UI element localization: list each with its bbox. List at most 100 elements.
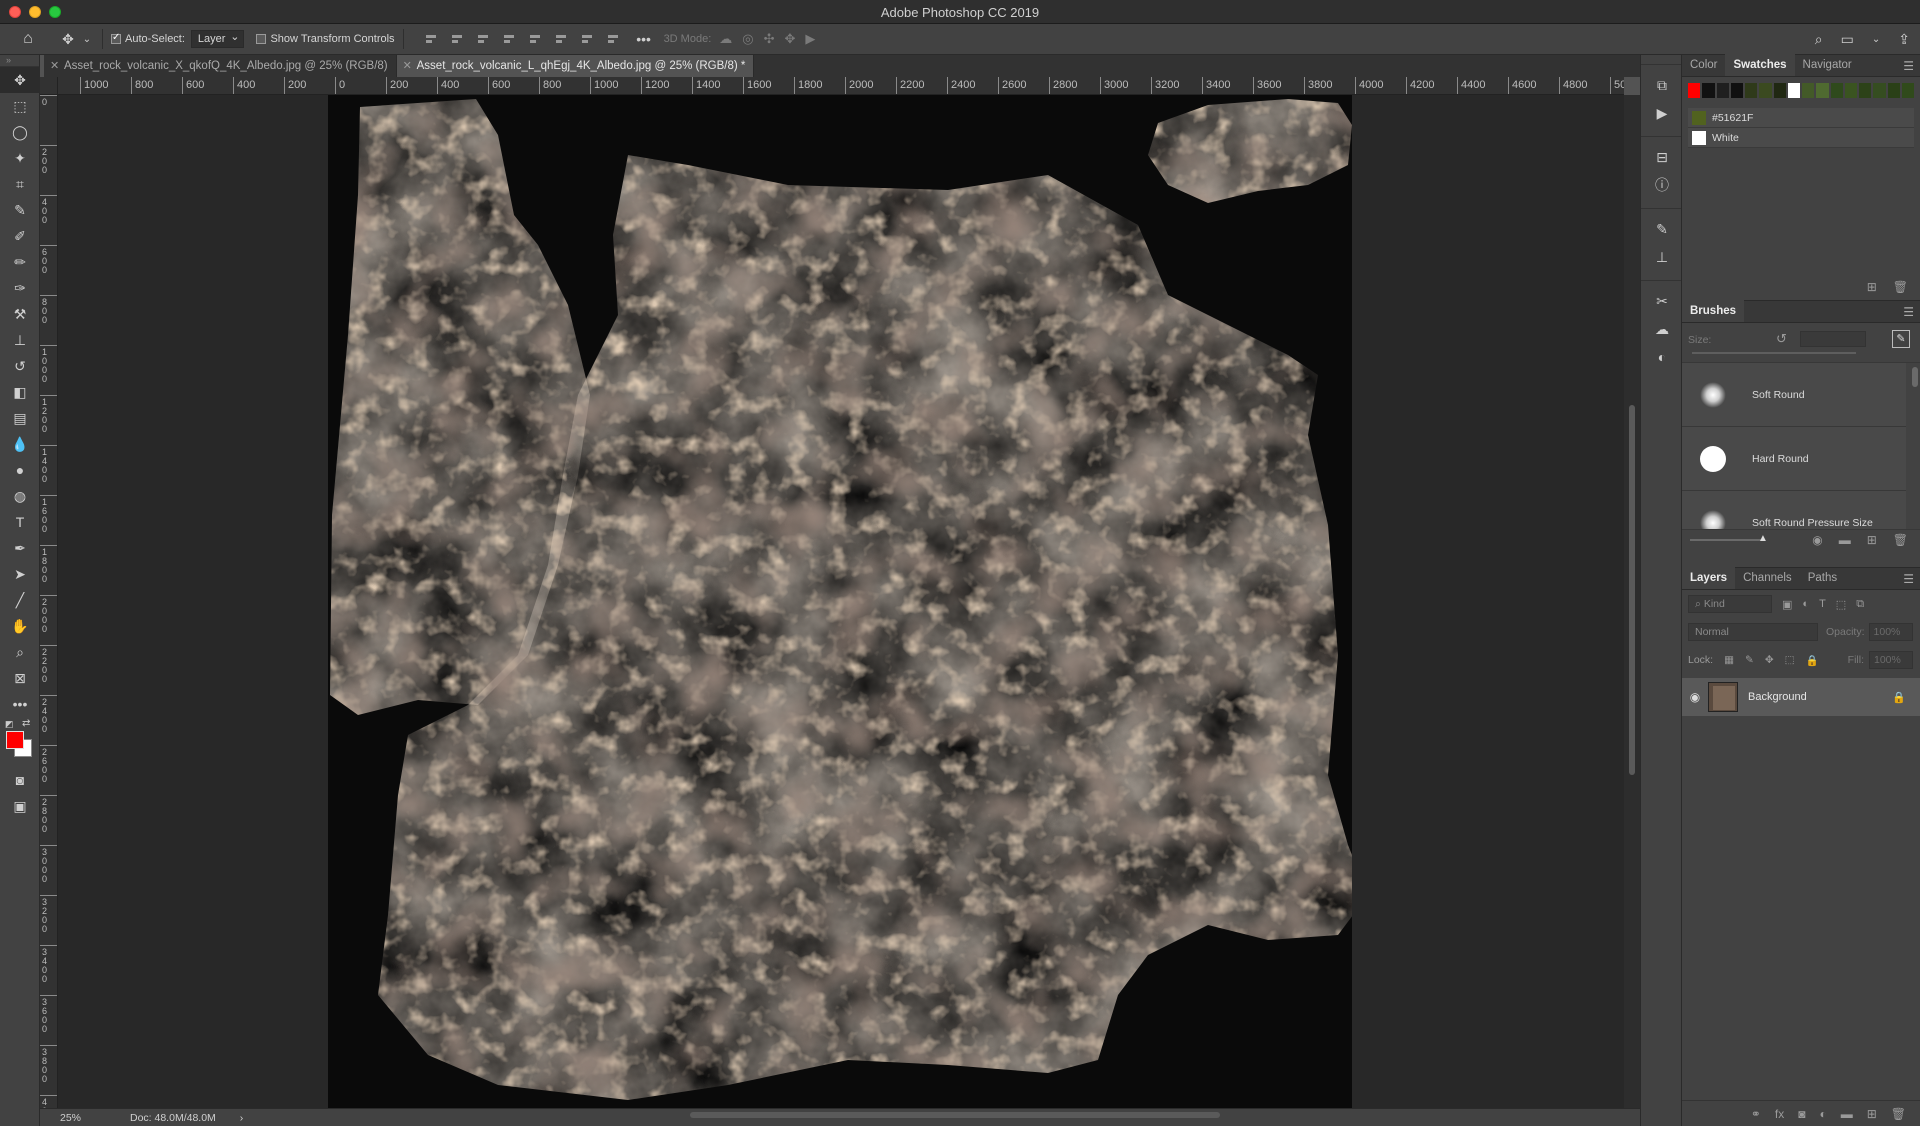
auto-select-checkbox[interactable]: Auto-Select: [111, 32, 185, 45]
vertical-scroll-thumb[interactable] [1629, 405, 1635, 775]
swatch[interactable] [1787, 83, 1800, 98]
show-transform-check-icon[interactable] [256, 34, 267, 44]
layer-lock-icon[interactable]: 🔒 [1892, 691, 1906, 704]
document-tab-1[interactable]: ✕ Asset_rock_volcanic_X_qkofQ_4K_Albedo.… [44, 55, 397, 77]
brush-item-soft-round-pressure[interactable]: Soft Round Pressure Size [1682, 491, 1906, 529]
filter-pixel-icon[interactable]: ▣ [1782, 598, 1792, 611]
pen-tool-icon[interactable]: ✒ [0, 535, 40, 561]
lock-artboard-icon[interactable]: ⬚ [1785, 654, 1795, 666]
document-canvas[interactable] [328, 95, 1352, 1108]
swatch[interactable] [1873, 83, 1886, 98]
brush-edit-icon[interactable]: ✎ [1892, 330, 1910, 348]
brush-reset-icon[interactable]: ↺ [1776, 331, 1787, 347]
libraries-icon[interactable]: ☁ [1641, 315, 1683, 343]
swatch[interactable] [1745, 83, 1758, 98]
auto-select-check-icon[interactable] [111, 32, 121, 44]
tab-layers[interactable]: Layers [1682, 567, 1736, 589]
swatch-item-51621f[interactable]: #51621F [1688, 108, 1914, 128]
auto-select-target-dropdown[interactable]: Layer [190, 29, 245, 48]
document-tab-2[interactable]: ✕ Asset_rock_volcanic_L_qhEgj_4K_Albedo.… [396, 55, 755, 77]
clone-source-icon[interactable]: ⊥ [1641, 243, 1683, 271]
move-tool-preset-icon[interactable]: ✥ [56, 31, 80, 48]
home-icon[interactable]: ⌂ [0, 30, 56, 48]
layer-kind-filter[interactable]: ⌕ Kind [1688, 595, 1772, 613]
swatch[interactable] [1759, 83, 1772, 98]
dodge-tool-icon[interactable]: ● [0, 457, 40, 483]
brush-size-slider[interactable] [1692, 352, 1856, 354]
new-layer-icon[interactable]: ⊞ [1867, 1107, 1877, 1121]
rectangular-marquee-tool-icon[interactable]: ⬚ [0, 93, 40, 119]
align-middle-vertical-icon[interactable] [554, 32, 568, 46]
foreground-color-chip[interactable] [6, 731, 24, 749]
lock-image-icon[interactable]: ✎ [1745, 654, 1754, 666]
workspace-icon[interactable]: ▭ [1841, 31, 1854, 48]
delete-layer-icon[interactable]: 🗑 [1891, 1107, 1906, 1121]
delete-swatch-icon[interactable]: 🗑 [1893, 280, 1908, 294]
distribute-vertical-icon[interactable] [606, 32, 620, 46]
status-menu-arrow-icon[interactable]: › [240, 1112, 244, 1124]
artboard-tool-icon[interactable]: ⊠ [0, 665, 40, 691]
swatch[interactable] [1887, 83, 1900, 98]
layer-row-background[interactable]: ◉ Background 🔒 [1682, 678, 1920, 716]
horizontal-scroll-thumb[interactable] [690, 1112, 1220, 1118]
default-colors-icon[interactable]: ◩ [5, 719, 14, 730]
tab-brushes[interactable]: Brushes [1682, 300, 1745, 322]
3d-slide-icon[interactable]: ✥ [785, 31, 796, 47]
toolbar-collapse-icon[interactable]: » [0, 55, 39, 67]
lock-all-icon[interactable]: 🔒 [1806, 654, 1819, 667]
color-replacement-tool-icon[interactable]: ⚒ [0, 301, 40, 327]
show-transform-controls-checkbox[interactable]: Show Transform Controls [256, 33, 395, 45]
swatch[interactable] [1816, 83, 1829, 98]
magic-wand-tool-icon[interactable]: ✦ [0, 145, 40, 171]
distribute-horizontal-icon[interactable] [502, 32, 516, 46]
align-center-horizontal-icon[interactable] [450, 32, 464, 46]
quick-mask-icon[interactable]: ◙ [0, 767, 40, 793]
lock-position-icon[interactable]: ✥ [1765, 654, 1774, 666]
history-panel-icon[interactable]: ⧉ [1641, 71, 1683, 99]
align-left-icon[interactable] [424, 32, 438, 46]
panel-menu-icon[interactable]: ☰ [1903, 305, 1914, 319]
brush-tool-icon[interactable]: ✏ [0, 249, 40, 275]
pencil-tool-icon[interactable]: ✑ [0, 275, 40, 301]
tab-paths[interactable]: Paths [1800, 567, 1845, 589]
opacity-input[interactable]: 100% [1868, 623, 1913, 641]
move-tool-icon[interactable]: ✥ [0, 67, 40, 93]
add-mask-icon[interactable]: ◙ [1798, 1107, 1805, 1121]
zoom-tool-icon[interactable]: ⌕ [0, 639, 40, 665]
new-brush-icon[interactable]: ⊞ [1867, 533, 1877, 547]
vertical-ruler[interactable]: 0 200 400 600 800 1000 1200 1400 1600 1800 2000 220… [40, 95, 58, 1108]
swatch[interactable] [1859, 83, 1872, 98]
brush-item-soft-round[interactable]: Soft Round [1682, 363, 1906, 427]
horizontal-ruler[interactable]: 1000 800 600 400 200 0 200 400 600 800 1000 1200 140… [58, 77, 1624, 95]
filter-adjustment-icon[interactable]: ◐ [1802, 598, 1809, 610]
canvas-vertical-scrollbar[interactable] [1624, 95, 1640, 1108]
3d-roll-icon[interactable]: ◎ [742, 31, 753, 47]
more-options-icon[interactable]: ••• [634, 31, 654, 47]
hand-tool-icon[interactable]: ✋ [0, 613, 40, 639]
brush-preview-size-slider[interactable] [1690, 539, 1762, 541]
swatch[interactable] [1730, 83, 1743, 98]
dock-grip[interactable] [1641, 55, 1681, 65]
swatch[interactable] [1702, 83, 1715, 98]
swatch[interactable] [1688, 83, 1701, 98]
3d-orbit-icon[interactable]: ☁ [719, 31, 732, 47]
eraser-tool-icon[interactable]: ◧ [0, 379, 40, 405]
crop-tool-icon[interactable]: ⌗ [0, 171, 40, 197]
preset-chevron-down-icon[interactable]: ⌄ [80, 34, 94, 45]
tool-presets-icon[interactable]: ✂ [1641, 287, 1683, 315]
spot-healing-brush-icon[interactable]: ✐ [0, 223, 40, 249]
new-swatch-icon[interactable]: ⊞ [1867, 280, 1877, 294]
3d-pan-icon[interactable]: ✣ [764, 31, 775, 47]
share-icon[interactable]: ⇪ [1898, 31, 1910, 48]
type-tool-icon[interactable]: T [0, 509, 40, 535]
fill-input[interactable]: 100% [1869, 651, 1913, 669]
info-panel-icon[interactable]: ⓘ [1641, 171, 1683, 199]
swatch[interactable] [1901, 83, 1914, 98]
tab-channels[interactable]: Channels [1735, 567, 1800, 589]
swatch[interactable] [1830, 83, 1843, 98]
edit-toolbar-icon[interactable]: ••• [0, 691, 40, 717]
toggle-brush-preview-icon[interactable]: ◉ [1812, 533, 1822, 547]
pasteboard[interactable] [58, 95, 1624, 1108]
new-brush-group-icon[interactable]: ▬ [1839, 533, 1851, 547]
link-layers-icon[interactable]: ⚭ [1751, 1107, 1761, 1121]
